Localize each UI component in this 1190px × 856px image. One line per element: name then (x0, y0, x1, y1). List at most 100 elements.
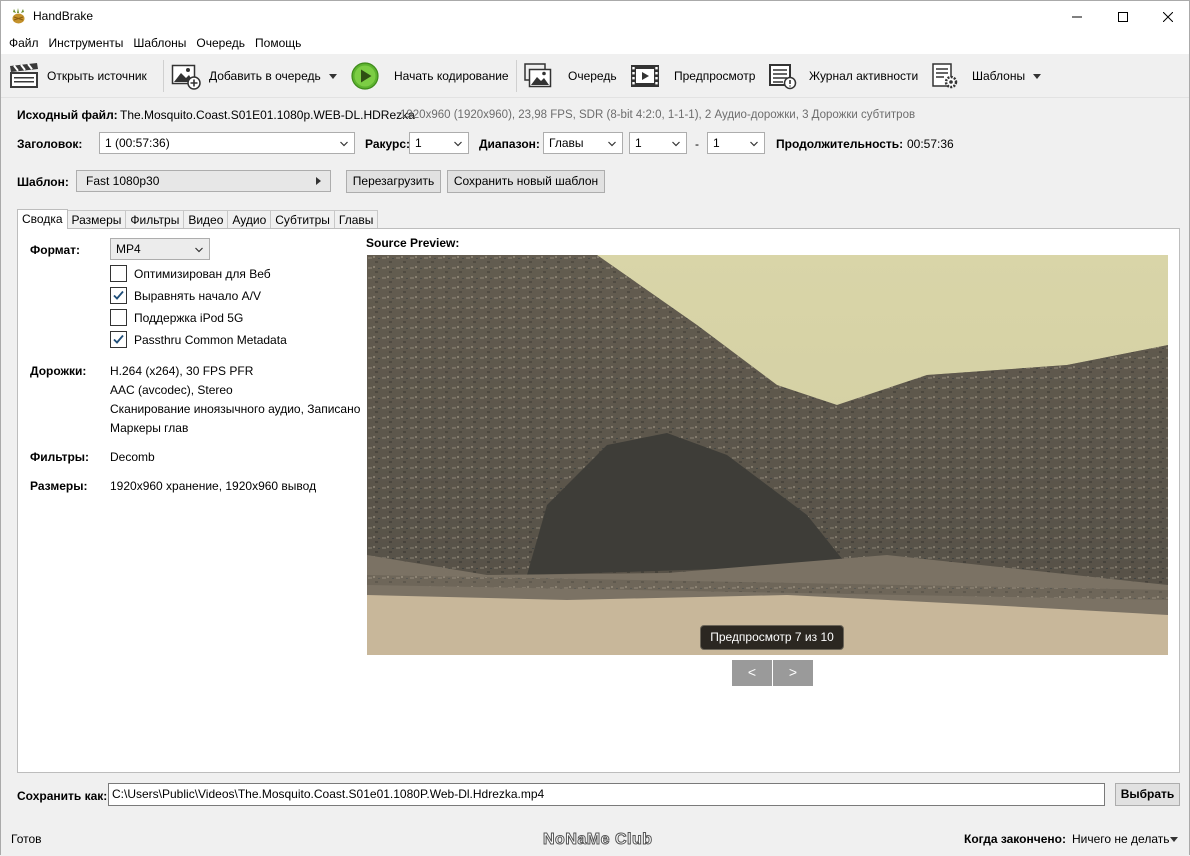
duration-value: 00:57:36 (907, 137, 954, 151)
chevron-down-icon[interactable] (1033, 73, 1042, 79)
web-optimized-checkbox[interactable] (110, 265, 127, 282)
handbrake-window: HandBrake Файл Инструменты Шаблоны Очере… (0, 0, 1190, 856)
preview-prev-button[interactable]: < (732, 660, 772, 686)
checkmark-icon (113, 334, 124, 344)
maximize-button[interactable] (1100, 1, 1146, 32)
passthru-metadata-checkbox[interactable] (110, 331, 127, 348)
format-select[interactable]: MP4 (110, 238, 210, 260)
presets-settings-icon (930, 61, 960, 91)
range-label: Диапазон: (479, 137, 540, 151)
title-select-value: 1 (00:57:36) (105, 136, 170, 150)
browse-button[interactable]: Выбрать (1115, 783, 1180, 806)
when-done-value[interactable]: Ничего не делать (1072, 832, 1170, 846)
tab-video[interactable]: Видео (183, 210, 229, 229)
menu-queue[interactable]: Очередь (191, 32, 250, 54)
track-item: Сканирование иноязычного аудио, Записано (110, 402, 361, 416)
start-encode-label: Начать кодирование (394, 69, 509, 83)
tab-filters[interactable]: Фильтры (125, 210, 185, 229)
passthru-metadata-label: Passthru Common Metadata (134, 333, 287, 347)
chevron-down-icon (340, 141, 348, 147)
title-label: Заголовок: (17, 137, 83, 151)
presets-button[interactable]: Шаблоны (930, 54, 1042, 98)
toolbar-separator (516, 60, 517, 92)
open-source-button[interactable]: Открыть источник (9, 54, 147, 98)
chevron-down-icon (672, 141, 680, 147)
source-details: 1920x960 (1920x960), 23,98 FPS, SDR (8-b… (400, 109, 916, 121)
tab-audio[interactable]: Аудио (227, 210, 272, 229)
save-as-label: Сохранить как: (17, 789, 108, 803)
format-select-value: MP4 (116, 242, 141, 256)
menu-bar: Файл Инструменты Шаблоны Очередь Помощь (1, 32, 1189, 54)
chevron-down-icon[interactable] (1170, 837, 1178, 842)
tab-subtitles[interactable]: Субтитры (270, 210, 335, 229)
menu-tools[interactable]: Инструменты (44, 32, 129, 54)
minimize-icon (1072, 16, 1082, 17)
range-type-value: Главы (549, 136, 584, 150)
chevron-down-icon (195, 247, 203, 253)
align-av-label: Выравнять начало A/V (134, 289, 262, 303)
queue-button[interactable]: Очередь (523, 54, 617, 98)
tracks-label: Дорожки: (30, 364, 87, 378)
preview-next-button[interactable]: > (773, 660, 813, 686)
align-av-checkbox[interactable] (110, 287, 127, 304)
ipod-support-label: Поддержка iPod 5G (134, 311, 244, 325)
close-icon (1163, 11, 1173, 22)
range-from-select[interactable]: 1 (629, 132, 687, 154)
start-encode-button[interactable]: Начать кодирование (350, 54, 509, 98)
reload-preset-button[interactable]: Перезагрузить (346, 170, 441, 193)
save-new-preset-button[interactable]: Сохранить новый шаблон (447, 170, 605, 193)
close-button[interactable] (1145, 1, 1190, 32)
preview-counter-badge: Предпросмотр 7 из 10 (700, 625, 844, 650)
presets-label: Шаблоны (972, 69, 1026, 83)
when-done-label: Когда закончено: (964, 832, 1066, 846)
range-type-select[interactable]: Главы (543, 132, 623, 154)
play-icon (350, 61, 380, 91)
save-path-input[interactable]: C:\Users\Public\Videos\The.Mosquito.Coas… (108, 783, 1105, 806)
menu-help[interactable]: Помощь (250, 32, 306, 54)
angle-select-value: 1 (415, 136, 422, 150)
track-item: H.264 (x264), 30 FPS PFR (110, 364, 254, 378)
preview-heading: Source Preview: (366, 236, 460, 250)
source-name: The.Mosquito.Coast.S01E01.1080p.WEB-DL.H… (120, 108, 415, 122)
activity-log-label: Журнал активности (809, 69, 919, 83)
filters-label: Фильтры: (30, 450, 90, 464)
tab-dimensions[interactable]: Размеры (66, 210, 127, 229)
activity-log-button[interactable]: Журнал активности (767, 54, 918, 98)
toolbar: Открыть источник Добавить в очередь Нача… (1, 54, 1189, 98)
menu-presets[interactable]: Шаблоны (128, 32, 191, 54)
chevron-down-icon[interactable] (328, 73, 337, 79)
web-optimized-label: Оптимизирован для Веб (134, 267, 271, 281)
settings-tabs: Сводка Размеры Фильтры Видео Аудио Субти… (17, 209, 379, 229)
add-to-queue-button[interactable]: Добавить в очередь (171, 54, 337, 98)
angle-select[interactable]: 1 (409, 132, 469, 154)
chevron-down-icon (750, 141, 758, 147)
range-dash: - (695, 137, 699, 151)
preview-label: Предпросмотр (674, 69, 756, 83)
preset-select[interactable]: Fast 1080p30 (76, 170, 331, 192)
range-to-value: 1 (713, 136, 720, 150)
queue-label: Очередь (568, 69, 617, 83)
tab-chapters[interactable]: Главы (333, 210, 379, 229)
size-label: Размеры: (30, 479, 88, 493)
duration-label: Продолжительность: (776, 137, 904, 151)
preview-button[interactable]: Предпросмотр (630, 54, 755, 98)
size-value: 1920x960 хранение, 1920x960 вывод (110, 479, 317, 493)
track-item: Маркеры глав (110, 421, 189, 435)
chevron-down-icon (608, 141, 616, 147)
range-to-select[interactable]: 1 (707, 132, 765, 154)
minimize-button[interactable] (1054, 1, 1100, 32)
chevron-down-icon (454, 141, 462, 147)
open-source-label: Открыть источник (47, 69, 147, 83)
source-label: Исходный файл: (17, 108, 118, 122)
film-preview-icon (630, 61, 660, 91)
window-title: HandBrake (33, 9, 94, 23)
tab-summary[interactable]: Сводка (17, 209, 68, 229)
preset-label: Шаблон: (17, 175, 69, 189)
source-preview-image (367, 255, 1168, 655)
preset-select-value: Fast 1080p30 (86, 174, 160, 188)
ipod-support-checkbox[interactable] (110, 309, 127, 326)
watermark-text: NoNaMe Club (543, 831, 653, 849)
title-select[interactable]: 1 (00:57:36) (99, 132, 355, 154)
maximize-icon (1118, 11, 1128, 22)
menu-file[interactable]: Файл (4, 32, 44, 54)
